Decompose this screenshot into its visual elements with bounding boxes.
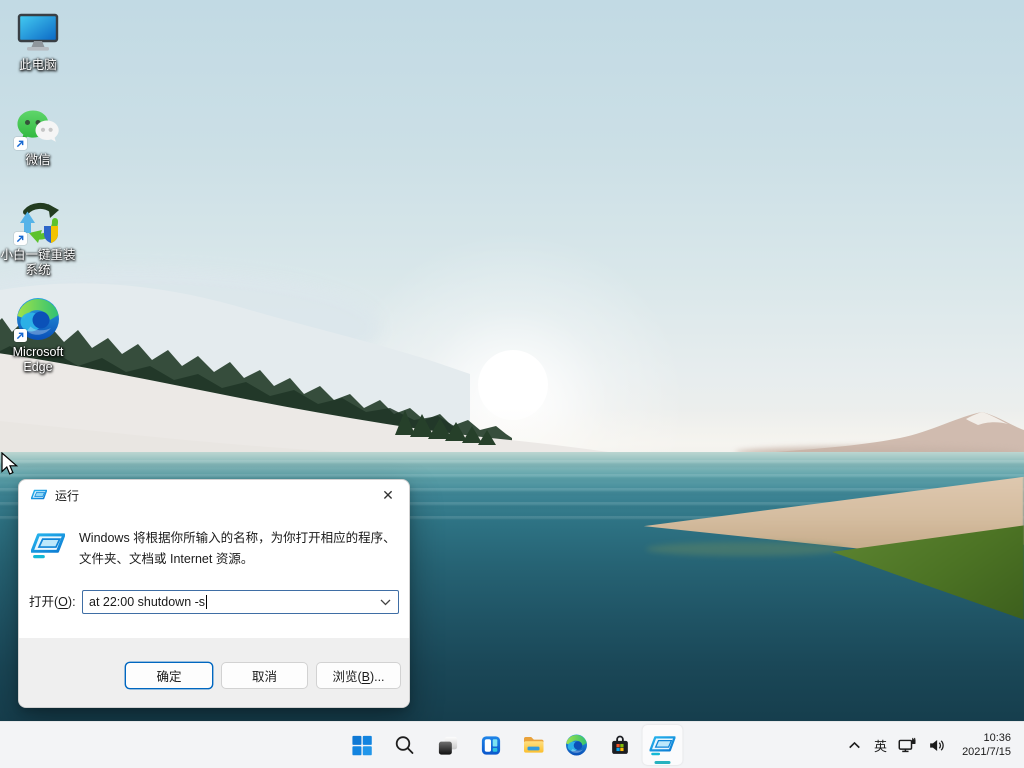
edge-button[interactable]: [557, 725, 597, 765]
run-dialog-title: 运行: [55, 488, 80, 503]
clock-time: 10:36: [983, 732, 1011, 744]
desktop-icon-label: 此电脑: [19, 58, 57, 72]
open-input-value: at 22:00 shutdown -s: [89, 595, 206, 609]
desktop-icon-this-pc[interactable]: 此电脑: [0, 8, 76, 73]
open-label: 打开(O):: [29, 595, 76, 609]
task-view-button[interactable]: [428, 725, 468, 765]
close-icon[interactable]: ✕: [372, 483, 404, 507]
start-button[interactable]: [342, 725, 382, 765]
widgets-icon: [481, 735, 500, 755]
desktop-icon-label: Microsoft Edge: [12, 345, 64, 374]
desktop-icon-label: 小白一键重装 系统: [0, 248, 76, 277]
shortcut-arrow-icon: [14, 329, 27, 342]
taskbar: 英 10:36 2021/7/15: [0, 721, 1024, 768]
search-button[interactable]: [385, 725, 425, 765]
snowy-mountain-left: [0, 283, 660, 470]
run-icon: [31, 533, 65, 559]
desktop-icon-label: 微信: [25, 153, 51, 167]
browse-button[interactable]: 浏览(B)...: [316, 662, 401, 689]
widgets-button[interactable]: [471, 725, 511, 765]
desktop-icon-edge[interactable]: Microsoft Edge: [0, 295, 76, 374]
grass-reflection: [646, 542, 846, 556]
ime-indicator[interactable]: 英: [874, 736, 887, 755]
tray-chevron-up-icon[interactable]: [846, 737, 863, 754]
task-view-icon: [438, 736, 457, 755]
windows-start-icon: [351, 735, 372, 755]
run-dialog: 运行 ✕ Windows 将根据你所输入的名称，为你打开相应的程序、 文件夹、文…: [18, 479, 410, 708]
text-caret: [206, 595, 208, 609]
shortcut-arrow-icon: [14, 137, 27, 150]
store-button[interactable]: [600, 725, 640, 765]
file-explorer-icon: [524, 737, 544, 753]
file-explorer-button[interactable]: [514, 725, 554, 765]
desktop-icon-xiaobai[interactable]: 小白一键重装 系统: [0, 198, 76, 277]
network-ethernet-icon[interactable]: [898, 737, 917, 754]
run-app-button[interactable]: [642, 725, 683, 765]
volume-icon[interactable]: [928, 737, 945, 754]
run-dialog-footer: 确定 取消 浏览(B)...: [19, 638, 409, 707]
taskbar-app-group: [342, 725, 683, 765]
cancel-button[interactable]: 取消: [221, 662, 308, 689]
open-input[interactable]: at 22:00 shutdown -s: [82, 590, 399, 614]
active-app-indicator: [654, 761, 671, 764]
system-tray: 英 10:36 2021/7/15: [846, 722, 1024, 768]
clock[interactable]: 10:36 2021/7/15: [962, 732, 1011, 759]
mouse-cursor: [1, 452, 19, 475]
run-dialog-titlebar[interactable]: 运行: [19, 480, 409, 510]
ok-button[interactable]: 确定: [125, 662, 213, 689]
edge-icon: [566, 734, 587, 756]
search-icon: [395, 736, 414, 754]
this-pc-icon: [17, 13, 59, 51]
clock-date: 2021/7/15: [962, 745, 1011, 758]
microsoft-store-icon: [611, 735, 628, 754]
shortcut-arrow-icon: [14, 232, 27, 245]
run-dialog-description: Windows 将根据你所输入的名称，为你打开相应的程序、 文件夹、文档或 In…: [79, 531, 396, 566]
desktop-icon-wechat[interactable]: 微信: [0, 103, 76, 168]
run-title-icon: [31, 489, 47, 499]
chevron-down-icon[interactable]: [380, 599, 391, 606]
run-icon: [649, 735, 676, 755]
